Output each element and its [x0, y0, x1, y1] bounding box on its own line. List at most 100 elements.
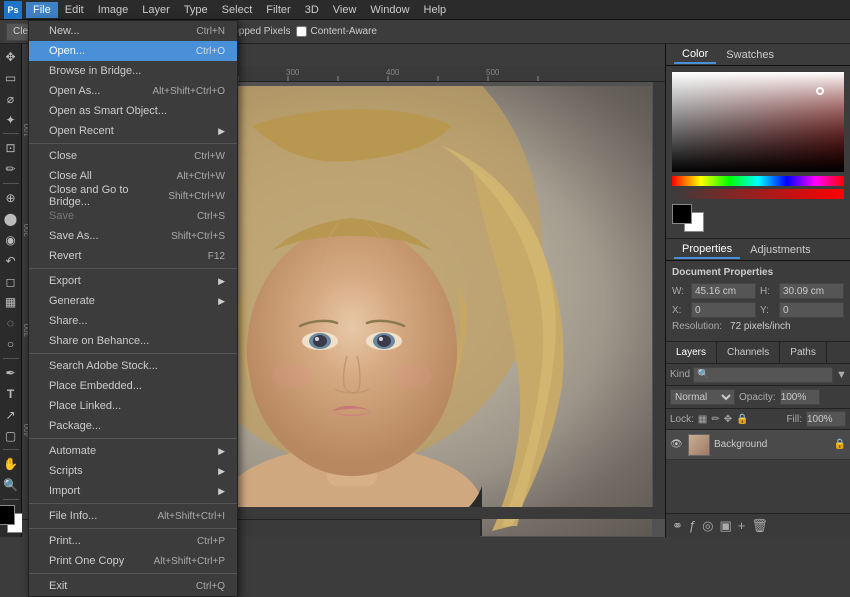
- clone-tool[interactable]: ◉: [2, 231, 20, 249]
- menu-type[interactable]: Type: [177, 2, 215, 18]
- menu-print[interactable]: Print... Ctrl+P: [29, 531, 237, 551]
- move-tool[interactable]: ✥: [2, 48, 20, 66]
- menu-open-smart[interactable]: Open as Smart Object...: [29, 101, 237, 121]
- fill-input[interactable]: [806, 411, 846, 427]
- menu-edit[interactable]: Edit: [58, 2, 91, 18]
- layer-item-background[interactable]: 👁 Background 🔒: [666, 430, 850, 460]
- menu-generate[interactable]: Generate ▶: [29, 291, 237, 311]
- menu-import[interactable]: Import ▶: [29, 481, 237, 501]
- color-hue-bar[interactable]: [672, 176, 844, 186]
- menu-scripts[interactable]: Scripts ▶: [29, 461, 237, 481]
- link-layers-icon[interactable]: ⚭: [672, 518, 683, 534]
- menu-file[interactable]: File: [26, 2, 58, 18]
- paths-tab[interactable]: Paths: [780, 342, 827, 363]
- menu-package[interactable]: Package...: [29, 416, 237, 436]
- dodge-tool[interactable]: ○: [2, 335, 20, 353]
- path-tool[interactable]: ↗: [2, 406, 20, 424]
- menu-close-all[interactable]: Close All Alt+Ctrl+W: [29, 166, 237, 186]
- add-style-icon[interactable]: ƒ: [689, 518, 696, 534]
- foreground-color-box[interactable]: [0, 505, 15, 525]
- lock-row: Lock: ▦ ✏ ✥ 🔒 Fill:: [666, 409, 850, 430]
- menu-share-behance[interactable]: Share on Behance...: [29, 331, 237, 351]
- magic-wand-tool[interactable]: ✦: [2, 111, 20, 129]
- content-aware-checkbox[interactable]: [296, 26, 307, 37]
- shape-tool[interactable]: ▢: [2, 427, 20, 445]
- crop-tool[interactable]: ⊡: [2, 139, 20, 157]
- menu-open-recent[interactable]: Open Recent ▶: [29, 121, 237, 141]
- y-label: Y:: [760, 305, 775, 316]
- menu-exit[interactable]: Exit Ctrl+Q: [29, 576, 237, 596]
- type-tool[interactable]: T: [2, 385, 20, 403]
- menu-help[interactable]: Help: [417, 2, 454, 18]
- menu-layer[interactable]: Layer: [135, 2, 177, 18]
- menu-image[interactable]: Image: [91, 2, 136, 18]
- menu-export[interactable]: Export ▶: [29, 271, 237, 291]
- menu-filter[interactable]: Filter: [259, 2, 297, 18]
- y-input[interactable]: [779, 302, 844, 318]
- menu-place-embedded[interactable]: Place Embedded...: [29, 376, 237, 396]
- lock-all-icon[interactable]: 🔒: [736, 414, 748, 425]
- menu-print-one[interactable]: Print One Copy Alt+Shift+Ctrl+P: [29, 551, 237, 571]
- menu-window[interactable]: Window: [363, 2, 416, 18]
- new-layer-icon[interactable]: +: [738, 518, 746, 534]
- menu-share[interactable]: Share...: [29, 311, 237, 331]
- menu-revert[interactable]: Revert F12: [29, 246, 237, 266]
- lock-position-icon[interactable]: ✥: [724, 414, 732, 425]
- menu-save-as[interactable]: Save As... Shift+Ctrl+S: [29, 226, 237, 246]
- eraser-tool[interactable]: ◻: [2, 273, 20, 291]
- gradient-tool[interactable]: ▦: [2, 293, 20, 311]
- menu-open-as[interactable]: Open As... Alt+Shift+Ctrl+O: [29, 81, 237, 101]
- new-group-icon[interactable]: ▣: [719, 518, 731, 534]
- properties-panel: Document Properties W: H: X: Y: Resoluti…: [666, 261, 850, 342]
- hand-tool[interactable]: ✋: [2, 455, 20, 473]
- menu-stock[interactable]: Search Adobe Stock...: [29, 356, 237, 376]
- lasso-tool[interactable]: ⌀: [2, 90, 20, 108]
- eyedropper-tool[interactable]: ✏: [2, 160, 20, 178]
- lock-transparent-icon[interactable]: ▦: [698, 414, 707, 425]
- scrollbar-vertical[interactable]: [653, 82, 665, 519]
- add-mask-icon[interactable]: ◎: [702, 518, 713, 534]
- marquee-tool[interactable]: ▭: [2, 69, 20, 87]
- layers-tab[interactable]: Layers: [666, 342, 717, 363]
- history-brush-tool[interactable]: ↶: [2, 252, 20, 270]
- menu-place-linked[interactable]: Place Linked...: [29, 396, 237, 416]
- properties-tab[interactable]: Properties: [674, 241, 740, 259]
- menu-file-info[interactable]: File Info... Alt+Shift+Ctrl+I: [29, 506, 237, 526]
- zoom-tool[interactable]: 🔍: [2, 476, 20, 494]
- color-gradient-picker[interactable]: [672, 72, 844, 172]
- blend-mode-select[interactable]: Normal Multiply Screen: [670, 389, 735, 405]
- lock-image-icon[interactable]: ✏: [711, 414, 719, 425]
- heal-tool[interactable]: ⊕: [2, 189, 20, 207]
- menu-browse-bridge[interactable]: Browse in Bridge...: [29, 61, 237, 81]
- fg-color[interactable]: [672, 204, 692, 224]
- color-tab[interactable]: Color: [674, 46, 716, 64]
- menu-close-bridge[interactable]: Close and Go to Bridge... Shift+Ctrl+W: [29, 186, 237, 206]
- w-input[interactable]: [691, 283, 756, 299]
- menu-close[interactable]: Close Ctrl+W: [29, 146, 237, 166]
- x-input[interactable]: [691, 302, 756, 318]
- brush-tool[interactable]: ⬤: [2, 210, 20, 228]
- svg-text:400: 400: [386, 68, 400, 77]
- menu-new[interactable]: New... Ctrl+N: [29, 21, 237, 41]
- fg-bg-colors[interactable]: [672, 204, 704, 232]
- opacity-input[interactable]: [780, 389, 820, 405]
- menu-3d[interactable]: 3D: [298, 2, 326, 18]
- toolbar-divider-5: [3, 499, 19, 500]
- layers-search-input[interactable]: [693, 367, 833, 383]
- content-aware-label[interactable]: Content-Aware: [296, 26, 377, 37]
- layer-eye-icon[interactable]: 👁: [670, 439, 684, 450]
- h-input[interactable]: [779, 283, 844, 299]
- delete-layer-icon[interactable]: 🗑: [751, 518, 768, 534]
- swatches-tab[interactable]: Swatches: [718, 47, 782, 63]
- menu-open[interactable]: Open... Ctrl+O: [29, 41, 237, 61]
- toolbar-divider-2: [3, 183, 19, 184]
- menu-select[interactable]: Select: [215, 2, 260, 18]
- blur-tool[interactable]: ◌: [2, 314, 20, 332]
- menu-automate[interactable]: Automate ▶: [29, 441, 237, 461]
- pen-tool[interactable]: ✒: [2, 364, 20, 382]
- color-alpha-bar[interactable]: [672, 189, 844, 199]
- adjustments-tab[interactable]: Adjustments: [742, 242, 819, 258]
- menu-view[interactable]: View: [326, 2, 364, 18]
- channels-tab[interactable]: Channels: [717, 342, 780, 363]
- color-swatches-row: [672, 204, 844, 232]
